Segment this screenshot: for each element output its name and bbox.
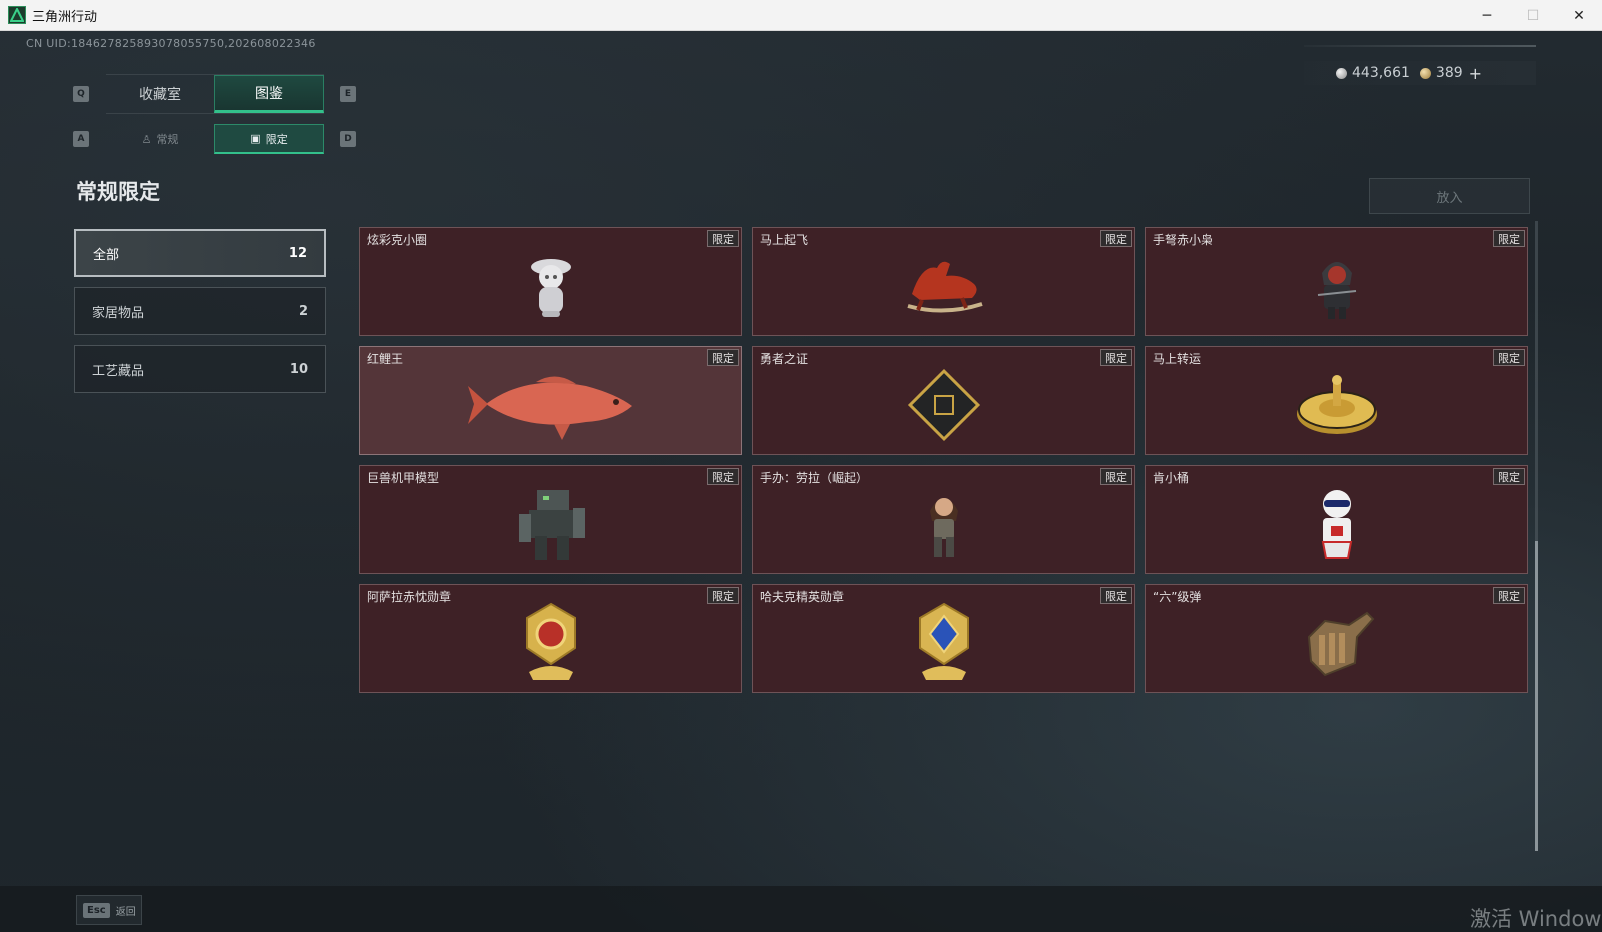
red-horse-icon: [906, 261, 983, 313]
key-hint-a: A: [73, 131, 89, 147]
item-card[interactable]: 哈夫克精英勋章 限定: [752, 584, 1135, 693]
sub-tabs: ♙ 常规 ▣ 限定: [106, 124, 324, 154]
item-name: 阿萨拉赤忱勋章: [367, 590, 452, 604]
item-name: 手办：劳拉（崛起）: [760, 471, 869, 485]
limited-badge: 限定: [1100, 230, 1132, 247]
category-count: 10: [289, 361, 308, 377]
item-name: 手弩赤小枭: [1153, 233, 1214, 247]
subtab-limited-label: 限定: [265, 132, 288, 146]
carp-icon: [467, 376, 632, 440]
gold-currency: 389 +: [1419, 64, 1482, 83]
back-label: 返回: [115, 906, 136, 918]
silver-coin-icon: [1336, 67, 1347, 79]
hooded-figure-icon: [1317, 261, 1356, 319]
item-name: 巨兽机甲模型: [367, 471, 440, 485]
gold-wheel-icon: [1296, 374, 1377, 434]
app-logo-icon: [8, 6, 26, 24]
toy-figure-icon: [530, 258, 571, 317]
item-card[interactable]: 阿萨拉赤忱勋章 限定: [359, 584, 742, 693]
item-card[interactable]: “六”级弹 限定: [1145, 584, 1528, 693]
uid-label: CN UID:184627825893078055750,20260802234…: [26, 37, 316, 50]
item-name: 勇者之证: [760, 352, 809, 366]
footer-bar: [0, 886, 1602, 932]
card-emblem-icon: [907, 368, 980, 441]
main-tabs: 收藏室 图鉴: [106, 74, 324, 114]
limited-badge: 限定: [1100, 587, 1132, 604]
item-name: 马上转运: [1153, 352, 1202, 366]
add-currency-icon[interactable]: +: [1469, 64, 1482, 83]
red-medal-icon: [525, 602, 576, 680]
limited-badge: 限定: [707, 230, 739, 247]
subtab-regular[interactable]: ♙ 常规: [106, 124, 214, 154]
limited-badge: 限定: [1493, 468, 1525, 485]
esc-key-hint: Esc: [83, 902, 110, 918]
item-name: 红鲤王: [367, 352, 404, 366]
item-card[interactable]: 红鲤王 限定: [359, 346, 742, 455]
scrollbar[interactable]: [1535, 221, 1538, 851]
category-count: 2: [298, 303, 308, 319]
back-button[interactable]: Esc 返回: [76, 895, 142, 925]
item-card[interactable]: 勇者之证 限定: [752, 346, 1135, 455]
currency-bar: 443,661 389 +: [1304, 61, 1536, 85]
put-in-button[interactable]: 放入: [1369, 178, 1530, 214]
gold-amount: 389: [1435, 65, 1463, 81]
minimize-button[interactable]: ─: [1464, 0, 1510, 31]
limited-badge: 限定: [1100, 349, 1132, 366]
item-grid: 炫彩克小圈 限定 马上起飞 限定 手弩赤小枭 限定 红鲤王 限定 勇者之证 限定…: [359, 227, 1529, 693]
lara-figure-icon: [929, 497, 958, 557]
item-name: 马上起飞: [760, 233, 809, 247]
limited-badge: 限定: [707, 349, 739, 366]
category-label: 家居物品: [92, 305, 145, 321]
maximize-button[interactable]: ☐: [1510, 0, 1556, 31]
limited-badge: 限定: [1493, 587, 1525, 604]
close-button[interactable]: ✕: [1556, 0, 1602, 31]
category-home-items[interactable]: 家居物品 2: [74, 287, 326, 335]
silver-currency: 443,661: [1336, 65, 1410, 81]
gold-coin-icon: [1419, 67, 1431, 79]
category-list: 全部 12 家居物品 2 工艺藏品 10: [74, 229, 326, 403]
figure-icon: ♙: [141, 132, 152, 146]
tab-collection-room[interactable]: 收藏室: [106, 75, 214, 113]
category-label: 工艺藏品: [92, 363, 145, 379]
mech-icon: [518, 489, 585, 560]
item-name: 哈夫克精英勋章: [760, 590, 845, 604]
key-hint-q: Q: [73, 86, 89, 102]
limited-badge: 限定: [1100, 468, 1132, 485]
category-crafts[interactable]: 工艺藏品 10: [74, 345, 326, 393]
subtab-limited[interactable]: ▣ 限定: [214, 124, 324, 154]
limited-badge: 限定: [707, 587, 739, 604]
window-titlebar: 三角洲行动 ─ ☐ ✕: [0, 0, 1602, 31]
key-hint-d: D: [340, 131, 356, 147]
key-hint-e: E: [340, 86, 356, 102]
silver-amount: 443,661: [1352, 65, 1410, 81]
section-title: 常规限定: [76, 180, 160, 204]
item-card[interactable]: 马上转运 限定: [1145, 346, 1528, 455]
decorative-line: [1304, 45, 1536, 47]
window-title: 三角洲行动: [32, 9, 98, 25]
item-card[interactable]: 马上起飞 限定: [752, 227, 1135, 336]
item-name: 肯小桶: [1153, 471, 1190, 485]
subtab-regular-label: 常规: [156, 133, 179, 146]
bullet-hand-icon: [1307, 611, 1374, 676]
game-viewport: CN UID:184627825893078055750,20260802234…: [0, 31, 1602, 932]
item-card[interactable]: 手弩赤小枭 限定: [1145, 227, 1528, 336]
item-card[interactable]: 手办：劳拉（崛起） 限定: [752, 465, 1135, 574]
limited-badge: 限定: [1493, 230, 1525, 247]
picture-icon: ▣: [250, 132, 261, 145]
item-card[interactable]: 炫彩克小圈 限定: [359, 227, 742, 336]
item-name: “六”级弹: [1153, 590, 1202, 604]
category-label: 全部: [93, 247, 120, 263]
category-count: 12: [288, 245, 307, 261]
item-card[interactable]: 肯小桶 限定: [1145, 465, 1528, 574]
tab-catalog[interactable]: 图鉴: [214, 75, 324, 113]
windows-activation-watermark: 激活 Windows: [1470, 907, 1602, 931]
scrollbar-thumb[interactable]: [1535, 541, 1538, 851]
blue-medal-icon: [918, 602, 969, 680]
item-name: 炫彩克小圈: [367, 233, 428, 247]
bucket-figure-icon: [1321, 489, 1352, 559]
item-card[interactable]: 巨兽机甲模型 限定: [359, 465, 742, 574]
limited-badge: 限定: [1493, 349, 1525, 366]
limited-badge: 限定: [707, 468, 739, 485]
category-all[interactable]: 全部 12: [74, 229, 326, 277]
